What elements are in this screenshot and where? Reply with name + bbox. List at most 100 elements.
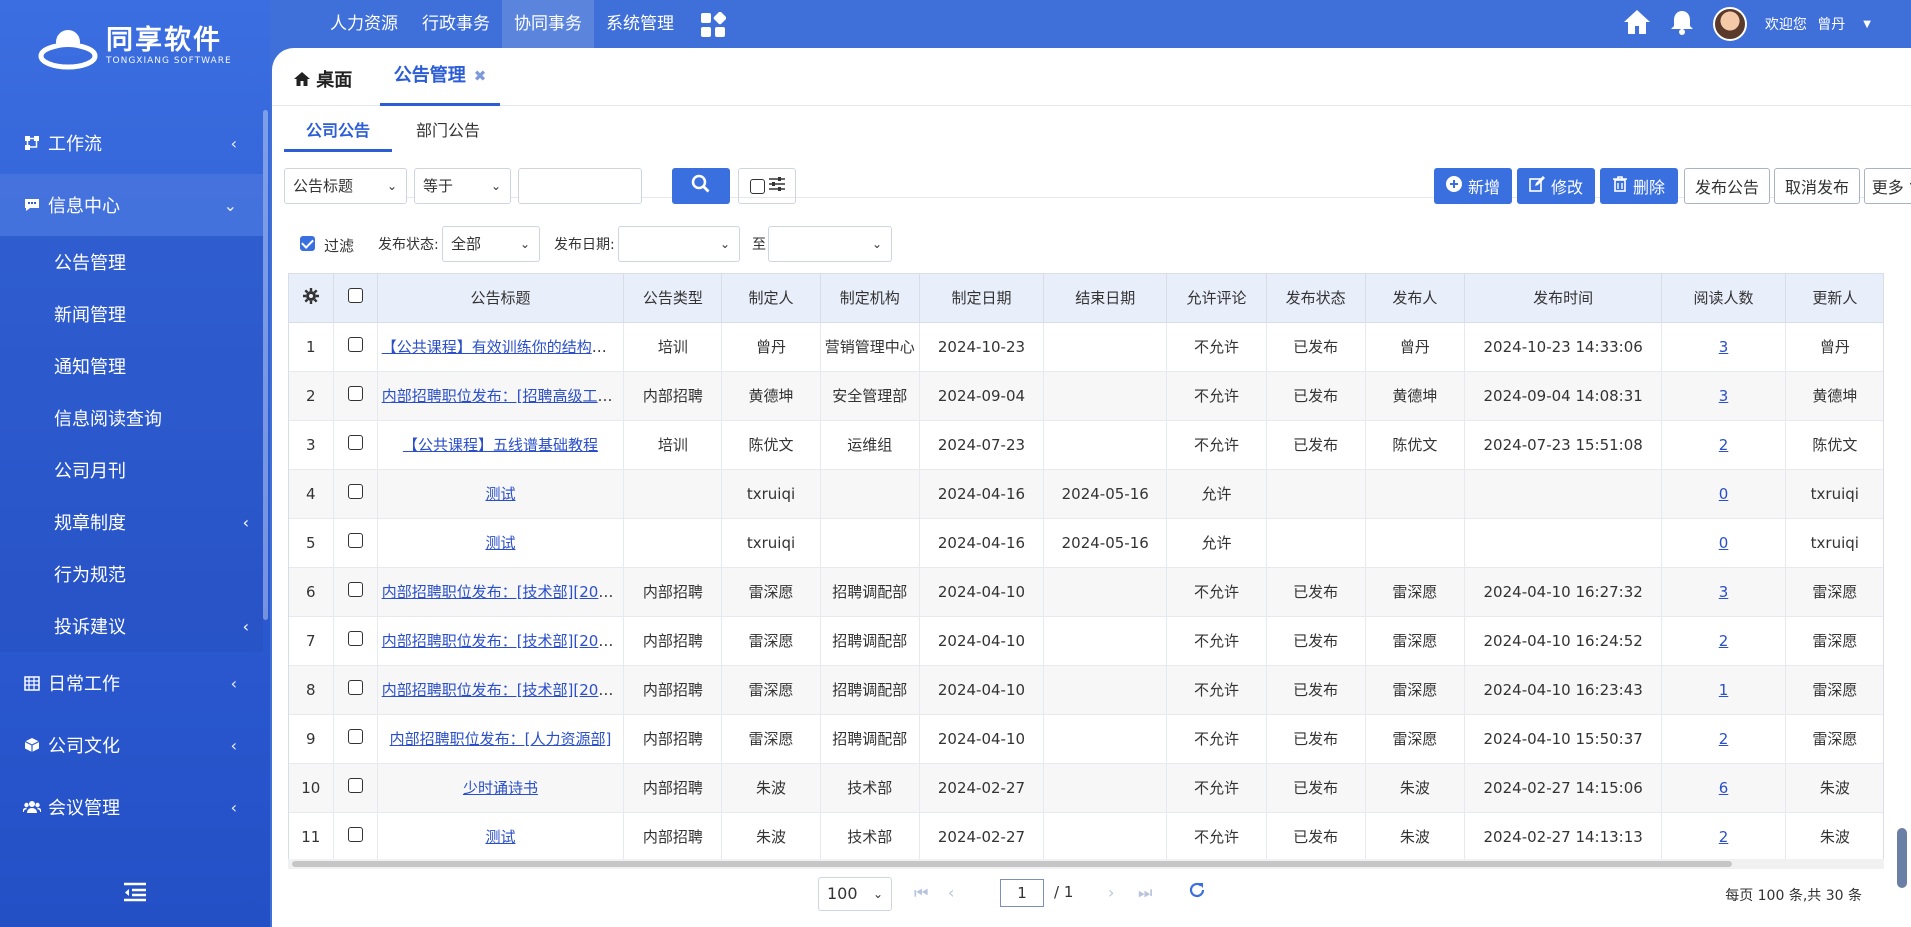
table-row[interactable]: 2 内部招聘职位发布：[招聘高级工程师] 内部招聘 黄德坤 安全管理部 2024-09-0… [289,371,1883,421]
row-checkbox[interactable] [347,778,363,793]
notice-title-link[interactable]: 内部招聘职位发布：[技术部][2024] [382,583,623,601]
date-to-input[interactable]: ⌄ [768,226,892,262]
welcome-text[interactable]: 欢迎您 曾丹 [1765,14,1845,34]
notice-title-link[interactable]: 内部招聘职位发布：[技术部][2024] [382,681,623,699]
read-count-link[interactable]: 3 [1719,338,1729,356]
scroll-thumb[interactable] [292,861,1732,867]
page-number-input[interactable]: 1 [1000,879,1044,907]
next-page-icon[interactable]: › [1108,883,1114,902]
sidebar-item-workflow[interactable]: 工作流 ‹ [0,112,263,174]
column-settings[interactable] [289,274,334,323]
table-row[interactable]: 6 内部招聘职位发布：[技术部][2024] 内部招聘 雷深愿 招聘调配部 2024-04… [289,567,1883,617]
column-header[interactable]: 制定机构 [820,274,920,323]
column-header[interactable]: 发布状态 [1266,274,1366,323]
sidebar-subitem-rules[interactable]: 规章制度 ‹ [0,496,263,548]
sidebar-subitem-read-query[interactable]: 信息阅读查询 [0,392,263,444]
sidebar-subitem-news[interactable]: 新闻管理 [0,288,263,340]
select-all-header[interactable] [333,274,378,323]
table-row[interactable]: 7 内部招聘职位发布：[技术部][2024] 内部招聘 雷深愿 招聘调配部 2024-04… [289,616,1883,666]
tab-home[interactable]: 桌面 [294,66,352,92]
close-icon[interactable]: ✖ [474,67,487,85]
row-checkbox[interactable] [347,827,363,842]
column-header[interactable]: 公告标题 [377,274,625,323]
topnav-system[interactable]: 系统管理 [594,0,686,48]
notice-title-link[interactable]: 内部招聘职位发布：[招聘高级工程师] [382,387,623,405]
row-checkbox[interactable] [347,533,363,548]
sidebar-subitem-notify[interactable]: 通知管理 [0,340,263,392]
column-header[interactable]: 允许评论 [1166,274,1267,323]
brand-logo[interactable]: 同享软件 TONGXIANG SOFTWARE [38,22,232,70]
read-count-link[interactable]: 2 [1719,828,1729,846]
unpublish-button[interactable]: 取消发布 [1774,168,1860,204]
read-count-link[interactable]: 2 [1719,632,1729,650]
table-row[interactable]: 4 测试 txruiqi 2024-04-16 2024-05-16 允许 0 txruiqi [289,469,1883,519]
notice-title-link[interactable]: 少时诵诗书 [463,779,538,797]
topnav-admin[interactable]: 行政事务 [410,0,502,48]
bell-icon[interactable] [1669,9,1695,39]
table-row[interactable]: 10 少时诵诗书 内部招聘 朱波 技术部 2024-02-27 不允许 已发布 朱波 2024-0… [289,763,1883,813]
table-row[interactable]: 5 测试 txruiqi 2024-04-16 2024-05-16 允许 0 txruiqi [289,518,1883,568]
row-checkbox[interactable] [347,680,363,695]
sidebar-item-culture[interactable]: 公司文化 ‹ [0,714,263,776]
sidebar-scrollbar[interactable] [263,110,268,620]
add-button[interactable]: 新增 [1434,168,1512,204]
table-row[interactable]: 8 内部招聘职位发布：[技术部][2024] 内部招聘 雷深愿 招聘调配部 2024-04… [289,665,1883,715]
home-icon[interactable] [1623,9,1651,39]
topnav-collab[interactable]: 协同事务 [502,0,594,48]
sidebar-subitem-monthly[interactable]: 公司月刊 [0,444,263,496]
row-checkbox[interactable] [347,386,363,401]
notice-title-link[interactable]: 内部招聘职位发布：[技术部][2024] [382,632,623,650]
row-checkbox[interactable] [347,337,363,352]
notice-title-link[interactable]: 测试 [485,485,515,503]
refresh-icon[interactable] [1188,881,1206,903]
table-row[interactable]: 11 测试 内部招聘 朱波 技术部 2024-02-27 不允许 已发布 朱波 2024-02-2… [289,812,1883,860]
read-count-link[interactable]: 6 [1719,779,1729,797]
sidebar-subitem-notice[interactable]: 公告管理 [0,236,263,288]
read-count-link[interactable]: 0 [1719,534,1729,552]
row-checkbox[interactable] [347,484,363,499]
table-row[interactable]: 1 【公共课程】有效训练你的结构化思维 培训 曾丹 营销管理中心 2024-10-23 不允… [289,322,1883,372]
column-header[interactable]: 制定日期 [919,274,1045,323]
row-checkbox[interactable] [347,631,363,646]
row-checkbox[interactable] [347,435,363,450]
search-input[interactable] [518,168,642,204]
vertical-scrollbar[interactable] [1897,828,1907,888]
column-header[interactable]: 阅读人数 [1661,274,1786,323]
select-all-checkbox[interactable] [347,288,363,304]
table-row[interactable]: 3 【公共课程】五线谱基础教程 培训 陈优文 运维组 2024-07-23 不允许 已发布 陈优… [289,420,1883,470]
tab-notice-management[interactable]: 公告管理 ✖ [380,56,500,106]
tab-company-notice[interactable]: 公司公告 [284,110,393,152]
prev-page-icon[interactable]: ‹ [948,883,954,902]
filter-enable-checkbox[interactable] [300,236,315,251]
topnav-hr[interactable]: 人力资源 [318,0,410,48]
read-count-link[interactable]: 2 [1719,436,1729,454]
tab-dept-notice[interactable]: 部门公告 [394,110,502,152]
column-header[interactable]: 制定人 [721,274,821,323]
column-header[interactable]: 公告类型 [623,274,723,323]
sidebar-item-daily-work[interactable]: 日常工作 ‹ [0,652,263,714]
row-checkbox[interactable] [347,582,363,597]
first-page-icon[interactable]: ⏮ [914,883,928,903]
search-button[interactable] [672,168,730,204]
row-checkbox[interactable] [347,729,363,744]
notice-title-link[interactable]: 【公共课程】有效训练你的结构化思维 [382,338,623,356]
advanced-filter-toggle[interactable] [738,168,796,204]
sidebar-item-info-center[interactable]: 信息中心 ⌄ [0,174,263,236]
more-button[interactable]: 更多▼ [1864,168,1911,204]
sidebar-item-meeting[interactable]: 会议管理 ‹ [0,776,263,838]
page-size-select[interactable]: 100 ⌄ [818,877,892,911]
edit-button[interactable]: 修改 [1517,168,1595,204]
sidebar-subitem-conduct[interactable]: 行为规范 [0,548,263,600]
read-count-link[interactable]: 0 [1719,485,1729,503]
read-count-link[interactable]: 3 [1719,583,1729,601]
read-count-link[interactable]: 1 [1719,681,1729,699]
apps-icon[interactable] [700,11,727,42]
column-header[interactable]: 发布人 [1365,274,1465,323]
horizontal-scrollbar[interactable] [288,859,1884,869]
column-header[interactable]: 更新人 [1785,274,1883,323]
table-row[interactable]: 9 内部招聘职位发布：[人力资源部] 内部招聘 雷深愿 招聘调配部 2024-04-10 不… [289,714,1883,764]
delete-button[interactable]: 删除 [1600,168,1678,204]
caret-down-icon[interactable]: ▼ [1863,19,1871,30]
collapse-menu-icon[interactable] [122,880,148,908]
operator-select[interactable]: 等于 ⌄ [414,168,511,204]
